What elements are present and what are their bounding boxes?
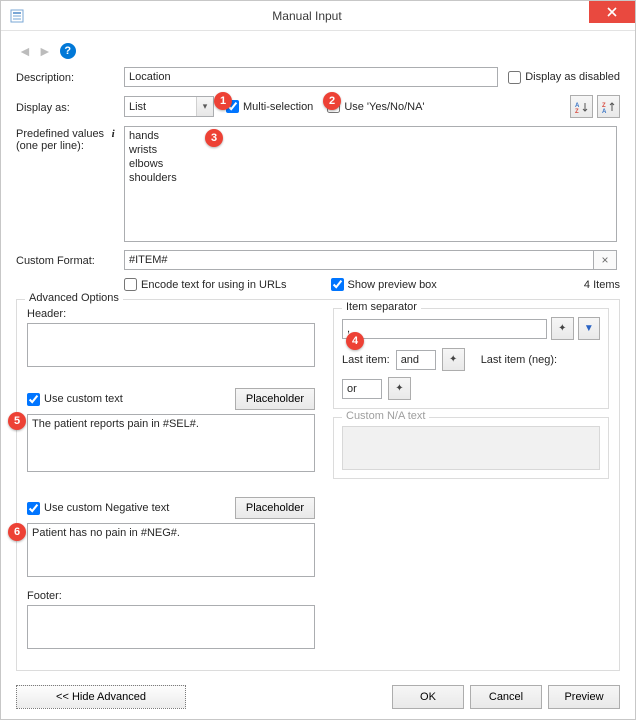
display-as-value: List <box>129 101 146 113</box>
multi-selection-label: Multi-selection <box>243 101 313 113</box>
display-as-select[interactable]: List ▾ <box>124 96 214 117</box>
use-custom-text-checkbox[interactable]: Use custom text <box>27 393 123 406</box>
display-disabled-check[interactable] <box>508 71 521 84</box>
chevron-down-icon: ▾ <box>196 97 213 116</box>
last-item-neg-input[interactable] <box>342 379 382 399</box>
back-arrow-icon[interactable]: ◄ <box>16 41 34 61</box>
encode-urls-check[interactable] <box>124 278 137 291</box>
custom-neg-textarea[interactable] <box>27 523 315 577</box>
custom-na-legend: Custom N/A text <box>342 410 429 422</box>
last-item-label: Last item: <box>342 354 390 366</box>
advanced-options-group: Advanced Options Header: Use custom text… <box>16 299 620 671</box>
header-textarea[interactable] <box>27 323 315 367</box>
show-preview-label: Show preview box <box>348 279 437 291</box>
predefined-label-l1: Predefined values <box>16 128 104 140</box>
use-custom-neg-check[interactable] <box>27 502 40 515</box>
hide-advanced-button[interactable]: << Hide Advanced <box>16 685 186 709</box>
bottom-bar: << Hide Advanced OK Cancel Preview <box>1 675 635 719</box>
custom-format-input[interactable] <box>124 250 594 270</box>
last-item-input[interactable] <box>396 350 436 370</box>
callout-2: 2 <box>323 92 341 110</box>
custom-na-group: Custom N/A text <box>333 417 609 479</box>
separator-add-button[interactable]: ✦ <box>551 317 573 340</box>
close-button[interactable] <box>589 1 635 23</box>
description-input[interactable] <box>124 67 498 87</box>
footer-textarea[interactable] <box>27 605 315 649</box>
sort-asc-button[interactable]: AZ <box>570 95 593 118</box>
custom-format-label: Custom Format: <box>16 253 124 267</box>
forward-arrow-icon[interactable]: ► <box>36 41 54 61</box>
cancel-button[interactable]: Cancel <box>470 685 542 709</box>
display-as-label: Display as: <box>16 100 124 114</box>
callout-4: 4 <box>346 332 364 350</box>
encode-urls-checkbox[interactable]: Encode text for using in URLs <box>124 278 287 291</box>
last-item-neg-add-button[interactable]: ✦ <box>388 377 411 400</box>
custom-text-textarea[interactable] <box>27 414 315 472</box>
window-title: Manual Input <box>25 9 589 23</box>
help-icon[interactable]: ? <box>60 43 76 59</box>
info-icon[interactable]: i <box>107 128 119 140</box>
use-custom-neg-checkbox[interactable]: Use custom Negative text <box>27 502 169 515</box>
display-disabled-label: Display as disabled <box>525 71 620 83</box>
svg-text:A: A <box>602 109 607 114</box>
use-custom-neg-label: Use custom Negative text <box>44 502 169 514</box>
callout-1: 1 <box>214 92 232 110</box>
display-disabled-checkbox[interactable]: Display as disabled <box>508 71 620 84</box>
separator-input[interactable] <box>342 319 547 339</box>
use-custom-text-check[interactable] <box>27 393 40 406</box>
item-separator-group: Item separator ✦ ▼ Last item: ✦ Last ite… <box>333 308 609 409</box>
nav-toolbar: ◄ ► ? <box>16 41 620 61</box>
predefined-label: Predefined values i (one per line): <box>16 126 124 152</box>
preview-button[interactable]: Preview <box>548 685 620 709</box>
show-preview-check[interactable] <box>331 278 344 291</box>
yesnona-label: Use 'Yes/No/NA' <box>344 101 424 113</box>
sort-desc-button[interactable]: ZA <box>597 95 620 118</box>
titlebar: Manual Input <box>1 1 635 31</box>
description-label: Description: <box>16 70 124 84</box>
yesnona-checkbox[interactable]: Use 'Yes/No/NA' <box>327 100 424 113</box>
placeholder-button-2[interactable]: Placeholder <box>235 497 315 519</box>
item-separator-legend: Item separator <box>342 301 421 313</box>
items-count: 4 Items <box>584 279 620 291</box>
show-preview-checkbox[interactable]: Show preview box <box>331 278 437 291</box>
separator-dropdown-button[interactable]: ▼ <box>578 317 600 340</box>
callout-6: 6 <box>8 523 26 541</box>
callout-3: 3 <box>205 129 223 147</box>
app-icon <box>9 8 25 24</box>
predefined-label-l2: (one per line): <box>16 140 84 152</box>
last-item-add-button[interactable]: ✦ <box>442 348 465 371</box>
predefined-values-textarea[interactable] <box>124 126 617 242</box>
last-item-neg-label: Last item (neg): <box>481 354 557 366</box>
svg-text:Z: Z <box>575 109 579 114</box>
custom-na-textarea <box>342 426 600 470</box>
placeholder-button-1[interactable]: Placeholder <box>235 388 315 410</box>
footer-label: Footer: <box>27 590 315 602</box>
clear-format-button[interactable]: × <box>594 250 617 270</box>
advanced-legend: Advanced Options <box>25 292 123 304</box>
use-custom-text-label: Use custom text <box>44 393 123 405</box>
callout-5: 5 <box>8 412 26 430</box>
multi-selection-checkbox[interactable]: Multi-selection <box>226 100 313 113</box>
encode-urls-label: Encode text for using in URLs <box>141 279 287 291</box>
ok-button[interactable]: OK <box>392 685 464 709</box>
header-label: Header: <box>27 308 315 320</box>
